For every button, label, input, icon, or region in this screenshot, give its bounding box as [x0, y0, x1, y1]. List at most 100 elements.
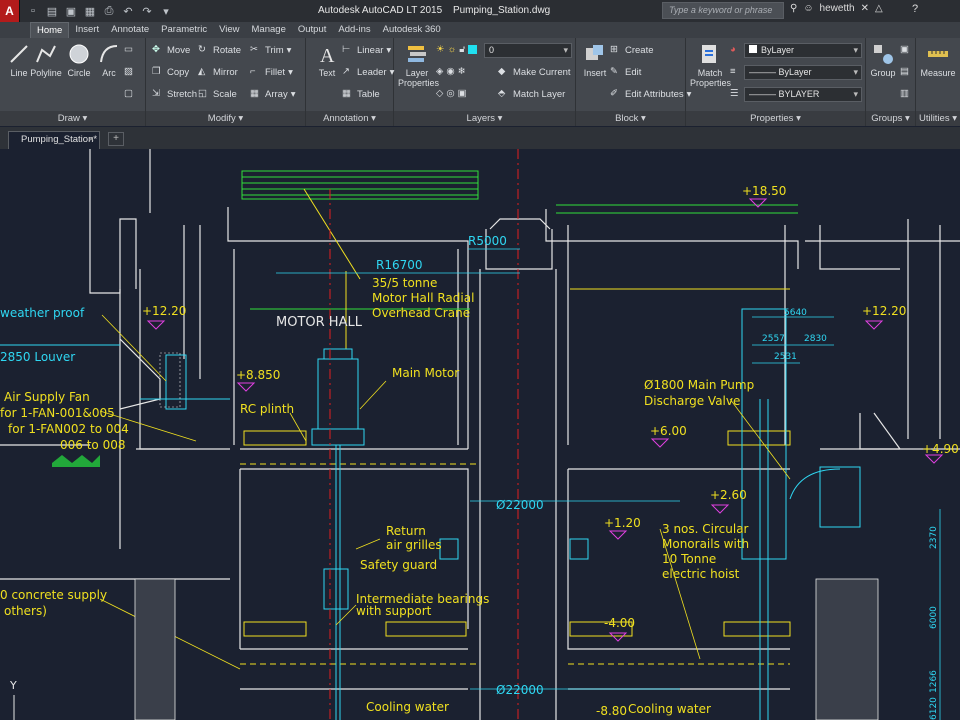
tab-add-ins[interactable]: Add-ins — [332, 22, 376, 38]
draw-more-2-button[interactable]: ▨ — [124, 66, 133, 77]
lightbulb-icon: ☀ — [436, 44, 445, 55]
text-button[interactable]: A Text — [310, 42, 344, 78]
application-menu-button[interactable]: A — [0, 0, 20, 22]
edit-attributes-button[interactable]: ✐ Edit Attributes ▾ — [610, 88, 691, 100]
diameter-22000-top-label: Ø22000 — [496, 498, 544, 512]
close-tab-icon[interactable]: × — [88, 132, 94, 148]
group-select-icon[interactable]: ▥ — [900, 88, 909, 99]
rotate-button[interactable]: ↻ Rotate — [198, 44, 241, 56]
save-as-icon[interactable]: ▦ — [83, 5, 97, 18]
match-layer-button[interactable]: ⬘ Match Layer — [498, 88, 565, 100]
stretch-icon: ⇲ — [152, 88, 160, 99]
new-file-icon[interactable]: ▫ — [26, 5, 40, 18]
circle-button[interactable]: Circle — [62, 42, 96, 78]
save-icon[interactable]: ▣ — [64, 5, 78, 18]
lineweight-icon[interactable]: ≡ — [730, 66, 736, 77]
groups-panel-title[interactable]: Groups ▾ — [866, 111, 915, 126]
create-block-button[interactable]: ⊞ Create — [610, 44, 654, 56]
file-tab-pumping-station[interactable]: Pumping_Station* × — [8, 131, 100, 149]
array-button[interactable]: ▦ Array ▾ — [250, 88, 295, 100]
drawing-canvas[interactable]: MOTOR HALL 35/5 tonne Motor Hall Radial … — [0, 149, 960, 720]
new-tab-button[interactable]: + — [108, 132, 124, 146]
modify-panel-title[interactable]: Modify ▾ — [146, 111, 305, 126]
region-icon: ▢ — [124, 88, 133, 99]
qat-dropdown-icon[interactable]: ▾ — [159, 5, 173, 18]
color-dropdown[interactable]: ByLayer — [744, 43, 862, 58]
linetype-dropdown[interactable]: ——— BYLAYER — [744, 87, 862, 102]
ungroup-icon[interactable]: ▣ — [900, 44, 909, 55]
annotation-panel-title[interactable]: Annotation ▾ — [306, 111, 393, 126]
draw-more-1-button[interactable]: ▭ — [124, 44, 133, 55]
measure-button[interactable]: Measure — [918, 42, 958, 78]
utilities-panel-title[interactable]: Utilities ▾ — [916, 111, 960, 126]
tab-parametric[interactable]: Parametric — [155, 22, 213, 38]
tab-view[interactable]: View — [213, 22, 245, 38]
level-1-20-label: +1.20 — [604, 516, 641, 530]
layer-tools-row-2[interactable]: ◇ ◎ ▣ — [436, 88, 467, 99]
text-icon: A — [320, 45, 335, 66]
linetype-icon[interactable]: ☰ — [730, 88, 739, 99]
tab-insert[interactable]: Insert — [69, 22, 105, 38]
redo-icon[interactable]: ↷ — [140, 5, 154, 18]
help-icon[interactable]: ? — [912, 3, 918, 15]
move-button[interactable]: ✥ Move — [152, 44, 190, 56]
rotate-icon: ↻ — [198, 44, 206, 55]
draw-more-3-button[interactable]: ▢ — [124, 88, 133, 99]
properties-panel-title[interactable]: Properties ▾ — [686, 111, 865, 126]
help-search-input[interactable]: Type a keyword or phrase — [662, 2, 784, 19]
fillet-button[interactable]: ⌐ Fillet ▾ — [250, 66, 293, 78]
trim-button[interactable]: ✂ Trim ▾ — [250, 44, 291, 56]
stretch-button[interactable]: ⇲ Stretch — [152, 88, 197, 100]
lineweight-dropdown[interactable]: ——— ByLayer — [744, 65, 862, 80]
properties-panel: Match Properties ◕ ByLayer ≡ ——— ByLayer… — [686, 38, 866, 126]
draw-panel-title[interactable]: Draw ▾ — [0, 111, 145, 126]
match-properties-button[interactable]: Match Properties — [690, 42, 731, 88]
ribbon-tabs: Home Insert Annotate Parametric View Man… — [0, 22, 960, 38]
table-button[interactable]: ▦ Table — [342, 88, 380, 100]
group-button[interactable]: Group — [866, 42, 900, 78]
table-icon: ▦ — [342, 88, 351, 99]
move-icon: ✥ — [152, 44, 160, 55]
layer-dropdown[interactable]: 0 — [484, 43, 572, 58]
linear-dimension-button[interactable]: ⊢ Linear ▾ — [342, 44, 391, 56]
quick-access-toolbar: ▫ ▤ ▣ ▦ ⎙ ↶ ↷ ▾ — [20, 5, 173, 18]
app-name: Autodesk AutoCAD LT 2015 — [318, 5, 443, 16]
binoculars-icon[interactable]: ⚲ — [790, 3, 797, 14]
tab-annotate[interactable]: Annotate — [105, 22, 155, 38]
intermediate-bearings-label-2: with support — [356, 604, 432, 618]
copy-button[interactable]: ❐ Copy — [152, 66, 189, 78]
exchange-icon[interactable]: ✕ — [861, 3, 869, 14]
user-name[interactable]: hewetth — [820, 3, 855, 14]
scale-button[interactable]: ◱ Scale — [198, 88, 237, 100]
undo-icon[interactable]: ↶ — [121, 5, 135, 18]
arc-button[interactable]: Arc — [92, 42, 126, 78]
copy-icon: ❐ — [152, 66, 161, 77]
leader-button[interactable]: ↗ Leader ▾ — [342, 66, 394, 78]
monorails-label-1: 3 nos. Circular — [662, 522, 749, 536]
dim-6000-label: 6000 — [929, 606, 939, 629]
mirror-button[interactable]: ◭ Mirror — [198, 66, 238, 78]
group-edit-icon[interactable]: ▤ — [900, 66, 909, 77]
tab-home[interactable]: Home — [30, 22, 70, 38]
color-wheel-icon[interactable]: ◕ — [730, 44, 736, 55]
create-block-icon: ⊞ — [610, 44, 618, 55]
draw-panel: Line Polyline Circle Arc ▭ ▨ ▢ Draw ▾ — [0, 38, 146, 126]
block-panel-title[interactable]: Block ▾ — [576, 111, 685, 126]
make-current-button[interactable]: ◆ Make Current — [498, 66, 571, 78]
polyline-button[interactable]: Polyline — [26, 42, 66, 78]
layer-stack-icon — [408, 46, 426, 62]
user-icon[interactable]: ☺ — [803, 3, 813, 14]
layer-properties-button[interactable]: Layer Properties — [398, 42, 439, 88]
tab-output[interactable]: Output — [292, 22, 333, 38]
edit-block-button[interactable]: ✎ Edit — [610, 66, 641, 78]
scale-icon: ◱ — [198, 88, 207, 99]
open-folder-icon[interactable]: ▤ — [45, 5, 59, 18]
layer-tools-row-1[interactable]: ◈ ◉ ❄ — [436, 66, 466, 77]
layers-panel-title[interactable]: Layers ▾ — [394, 111, 575, 126]
layer-state-icons[interactable]: ☀ ☼ 🔓︎ — [436, 44, 478, 55]
a360-icon[interactable]: △ — [875, 3, 883, 14]
print-icon[interactable]: ⎙ — [102, 5, 116, 18]
tab-autodesk-360[interactable]: Autodesk 360 — [377, 22, 447, 38]
insert-block-button[interactable]: Insert — [578, 42, 612, 78]
tab-manage[interactable]: Manage — [246, 22, 292, 38]
